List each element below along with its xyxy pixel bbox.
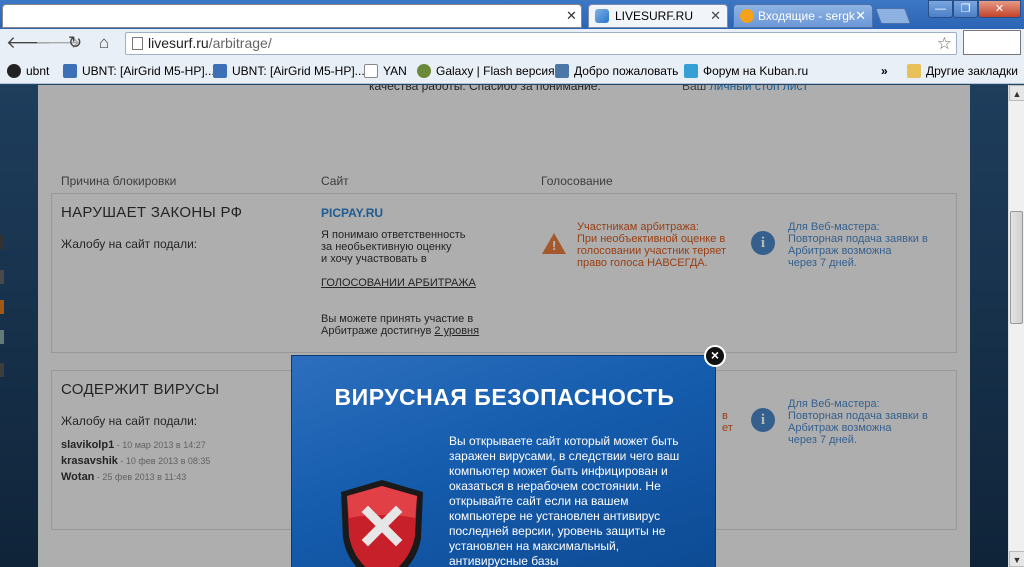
scroll-down-arrow-icon[interactable]: ▼: [1009, 551, 1024, 567]
bookmark-label: Galaxy | Flash версия: [436, 64, 555, 78]
alien-icon: [417, 64, 431, 78]
address-path: /arbitrage/: [208, 35, 272, 51]
new-tab-button[interactable]: [875, 8, 911, 24]
tab-mail-inbox[interactable]: Входящие - sergk ✕: [733, 4, 873, 28]
back-arrow-icon[interactable]: 🡐: [6, 32, 52, 54]
forward-arrow-icon[interactable]: 🡒: [35, 32, 81, 54]
vertical-scrollbar[interactable]: ▲ ▼: [1008, 85, 1024, 567]
reload-icon[interactable]: ↻: [64, 32, 86, 54]
home-icon[interactable]: ⌂: [93, 32, 115, 54]
address-bar[interactable]: livesurf.ru/arbitrage/ ☆: [125, 32, 957, 55]
virus-warning-modal: ВИРУСНАЯ БЕЗОПАСНОСТЬ Вы открываете сайт…: [291, 355, 716, 567]
tab-close-icon[interactable]: ✕: [566, 5, 577, 27]
spy-icon: [7, 64, 21, 78]
bookmark-item[interactable]: YAN: [364, 63, 407, 79]
bookmark-item[interactable]: UBNT: [AirGrid M5-HP]...: [213, 63, 365, 79]
forum-icon: [684, 64, 698, 78]
scrollbar-thumb[interactable]: [1010, 211, 1023, 324]
tab-label: LIVESURF.RU: [615, 9, 694, 23]
bookmark-star-icon[interactable]: ☆: [937, 33, 952, 54]
browser-toolbar: 🡐 🡒 ↻ ⌂ livesurf.ru/arbitrage/ ☆: [0, 29, 1024, 58]
bookmark-label: YAN: [383, 64, 407, 78]
modal-close-button[interactable]: ×: [704, 345, 726, 367]
bookmarks-more-button[interactable]: »: [881, 63, 888, 79]
address-domain: livesurf.ru: [148, 35, 209, 51]
tab-close-icon[interactable]: ✕: [855, 5, 866, 27]
tab-label: Входящие - sergk: [758, 9, 855, 23]
bookmark-label: Другие закладки: [926, 64, 1018, 78]
tab-close-icon[interactable]: ✕: [710, 5, 721, 27]
bookmark-label: Форум на Kuban.ru: [703, 64, 809, 78]
other-bookmarks-folder[interactable]: Другие закладки: [907, 63, 1018, 79]
close-window-button[interactable]: ✕: [978, 0, 1021, 18]
maximize-button[interactable]: ❐: [953, 0, 978, 18]
extension-box[interactable]: [963, 30, 1021, 55]
folder-icon: [907, 64, 921, 78]
bookmark-item[interactable]: Форум на Kuban.ru: [684, 63, 808, 79]
rss-icon: [213, 64, 227, 78]
shield-error-icon: [341, 480, 423, 567]
bookmark-item[interactable]: Galaxy | Flash версия: [417, 63, 555, 79]
mail-favicon-icon: [740, 9, 754, 23]
rss-icon: [63, 64, 77, 78]
modal-text: Вы открываете сайт который может быть за…: [449, 434, 680, 567]
page-icon: [364, 64, 378, 78]
bookmarks-bar: ubnt UBNT: [AirGrid M5-HP]... UBNT: [Air…: [0, 58, 1024, 84]
bookmark-label: UBNT: [AirGrid M5-HP]...: [82, 64, 215, 78]
bookmark-label: Добро пожаловать: [574, 64, 679, 78]
bookmark-item[interactable]: Добро пожаловать: [555, 63, 678, 79]
bookmark-label: UBNT: [AirGrid M5-HP]...: [232, 64, 365, 78]
page-icon: [132, 37, 143, 50]
bookmark-item[interactable]: UBNT: [AirGrid M5-HP]...: [63, 63, 215, 79]
minimize-button[interactable]: —: [928, 0, 953, 18]
page-viewport: качества работы. Спасибо за понимание. В…: [0, 85, 1008, 567]
bookmark-item[interactable]: ubnt: [7, 63, 49, 79]
window-titlebar: ✕ LIVESURF.RU ✕ Входящие - sergk ✕ — ❐ ✕: [0, 0, 1024, 29]
tab-livesurf[interactable]: LIVESURF.RU ✕: [588, 4, 728, 28]
scroll-up-arrow-icon[interactable]: ▲: [1009, 85, 1024, 101]
vk-icon: [555, 64, 569, 78]
modal-title: ВИРУСНАЯ БЕЗОПАСНОСТЬ: [334, 384, 675, 410]
tab-blank[interactable]: ✕: [2, 4, 582, 28]
livesurf-favicon-icon: [595, 9, 609, 23]
bookmark-label: ubnt: [26, 64, 50, 78]
